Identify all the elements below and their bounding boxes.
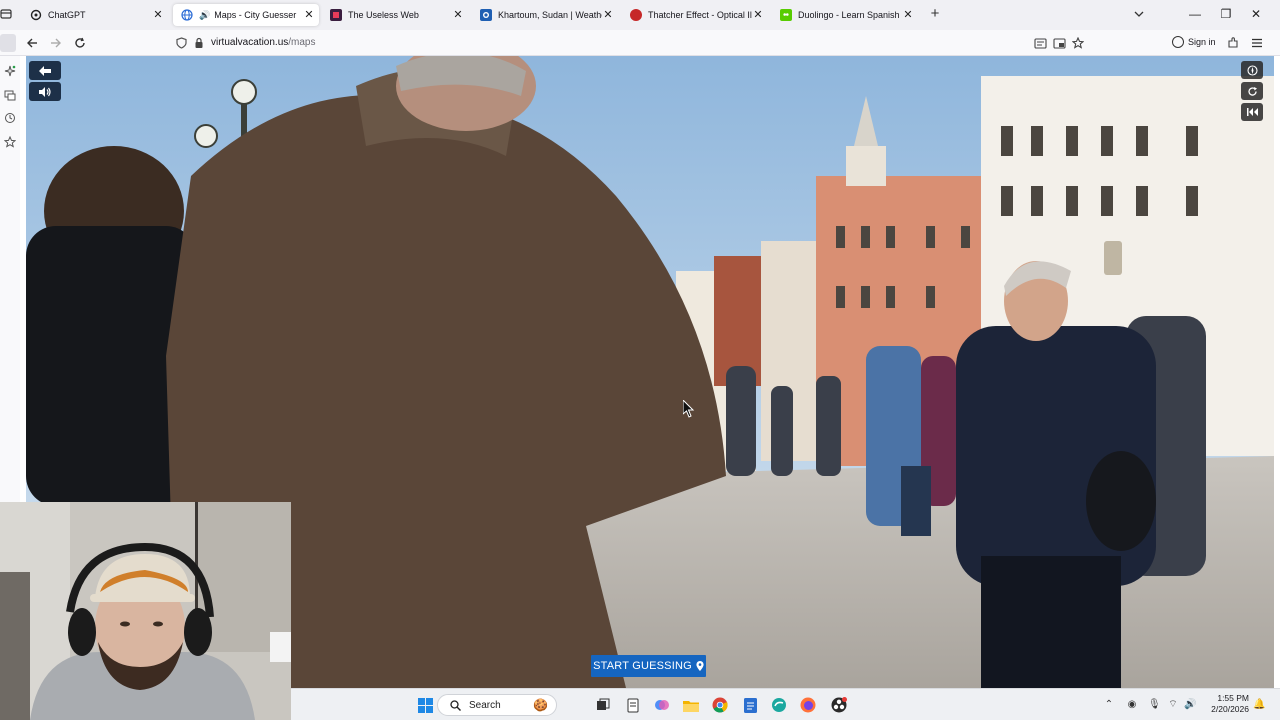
forward-icon[interactable] (49, 36, 63, 50)
search-highlight-icon: 🍪 (533, 698, 548, 712)
mouse-cursor-icon (683, 400, 695, 418)
close-icon[interactable]: ✕ (902, 9, 914, 21)
bookmark-star-icon[interactable] (1071, 36, 1085, 50)
tab-duolingo[interactable]: Duolingo - Learn Spanish with L ✕ (772, 4, 918, 26)
notification-bell-icon[interactable]: 🔔 (1253, 699, 1265, 711)
tab-title: The Useless Web (348, 10, 419, 20)
tab-title: Maps - City Guesser (214, 10, 297, 20)
webcam-overlay (0, 502, 291, 720)
picture-in-picture-icon[interactable] (1052, 36, 1066, 50)
firefox-icon[interactable] (800, 697, 816, 713)
reload-icon[interactable] (73, 36, 87, 50)
compass-button[interactable] (1241, 61, 1263, 79)
url-bar[interactable]: virtualvacation.us/maps (211, 37, 316, 48)
volume-icon[interactable]: 🔊 (1184, 699, 1196, 711)
refresh-location-button[interactable] (1241, 82, 1263, 100)
chrome-icon[interactable] (712, 697, 728, 713)
globe-icon (181, 9, 193, 21)
minimize-icon[interactable]: — (1188, 7, 1202, 21)
obs-icon[interactable] (831, 697, 847, 713)
illusion-icon (630, 9, 642, 21)
speaker-icon[interactable]: 🔊 (199, 10, 210, 21)
clock-date: 2/20/2026 (1211, 704, 1249, 714)
sidebar-rail (0, 56, 20, 502)
back-arrow-button[interactable] (29, 61, 61, 80)
history-icon[interactable] (3, 111, 17, 125)
system-clock[interactable]: 1:55 PM 2/20/2026 (1199, 693, 1249, 715)
chevron-up-icon[interactable]: ⌃ (1103, 699, 1115, 711)
clock-time: 1:55 PM (1217, 693, 1249, 703)
refresh-icon (1247, 86, 1257, 96)
start-guessing-label: START GUESSING (593, 660, 692, 672)
ai-chatbot-icon[interactable] (3, 64, 17, 78)
window-close-icon[interactable]: ✕ (1249, 7, 1263, 21)
microphone-icon[interactable]: 🎙 (1148, 699, 1161, 711)
back-icon[interactable] (25, 36, 39, 50)
compass-icon (1246, 64, 1258, 76)
close-icon[interactable]: ✕ (152, 9, 164, 21)
close-icon[interactable]: ✕ (303, 9, 315, 21)
duolingo-icon (780, 9, 792, 21)
account-icon (1172, 36, 1184, 48)
maximize-icon[interactable]: ❐ (1219, 7, 1233, 21)
useless-web-icon (330, 9, 342, 21)
sync-app-icon[interactable] (771, 697, 787, 713)
close-icon[interactable]: ✕ (452, 9, 464, 21)
sign-in-button[interactable]: Sign in (1172, 36, 1216, 48)
extensions-icon[interactable] (1226, 36, 1240, 50)
taskbar-search[interactable]: Search 🍪 (437, 694, 557, 716)
new-tab-icon[interactable]: + (928, 6, 942, 21)
tab-title: Thatcher Effect - Optical Illusio (648, 10, 752, 20)
chatgpt-icon (30, 9, 42, 21)
url-host: virtualvacation.us (211, 37, 289, 48)
tab-chatgpt[interactable]: ChatGPT ✕ (22, 4, 168, 26)
tab-title: Duolingo - Learn Spanish with L (798, 10, 902, 20)
lock-icon[interactable] (192, 36, 206, 50)
sound-toggle-button[interactable] (29, 82, 61, 101)
close-icon[interactable]: ✕ (602, 9, 614, 21)
rewind-icon (1246, 108, 1258, 116)
windows-start-icon[interactable] (417, 697, 433, 713)
synced-tabs-icon[interactable] (3, 88, 17, 102)
url-path: /maps (288, 37, 316, 48)
rewind-button[interactable] (1241, 103, 1263, 121)
sign-in-label: Sign in (1188, 37, 1216, 47)
network-tray-icon[interactable]: ◉ (1126, 699, 1138, 711)
document-app-icon[interactable] (742, 697, 758, 713)
tab-title: Khartoum, Sudan | Weather Sat (498, 10, 602, 20)
weather-icon (480, 9, 492, 21)
start-guessing-button[interactable]: START GUESSING (591, 655, 706, 677)
arrow-left-icon (39, 65, 51, 76)
tab-title: ChatGPT (48, 10, 86, 20)
sidebar-toggle-button[interactable] (0, 34, 16, 52)
file-explorer-icon[interactable] (683, 697, 699, 713)
shield-icon[interactable] (174, 36, 188, 50)
chevron-down-icon[interactable] (1133, 8, 1145, 20)
task-view-icon[interactable] (595, 697, 611, 713)
tab-strip: ChatGPT ✕ 🔊 Maps - City Guesser ✕ The Us… (0, 0, 1280, 30)
notepad-icon[interactable] (625, 697, 641, 713)
map-pin-icon (696, 661, 704, 671)
taskbar-search-label: Search (469, 699, 501, 711)
webcam-feed-image (0, 502, 291, 720)
search-icon (450, 699, 461, 711)
copilot-icon[interactable] (654, 697, 670, 713)
tab-thatcher-effect[interactable]: Thatcher Effect - Optical Illusio ✕ (622, 4, 768, 26)
tab-list-icon[interactable] (0, 8, 12, 20)
tab-city-guesser[interactable]: 🔊 Maps - City Guesser ✕ (173, 4, 319, 26)
tab-khartoum-weather[interactable]: Khartoum, Sudan | Weather Sat ✕ (472, 4, 618, 26)
menu-icon[interactable] (1250, 36, 1264, 50)
navigation-bar: virtualvacation.us/maps Sign in (0, 30, 1280, 56)
wifi-icon[interactable]: ⌔ (1167, 699, 1179, 711)
tab-useless-web[interactable]: The Useless Web ✕ (322, 4, 468, 26)
reader-view-icon[interactable] (1033, 36, 1047, 50)
speaker-icon (39, 86, 51, 97)
windows-taskbar: Search 🍪 ⌃ ◉ 🎙 ⌔ 🔊 1:55 PM 2/20/2026 🔔 (291, 688, 1280, 720)
close-icon[interactable]: ✕ (752, 9, 764, 21)
bookmarks-icon[interactable] (3, 135, 17, 149)
